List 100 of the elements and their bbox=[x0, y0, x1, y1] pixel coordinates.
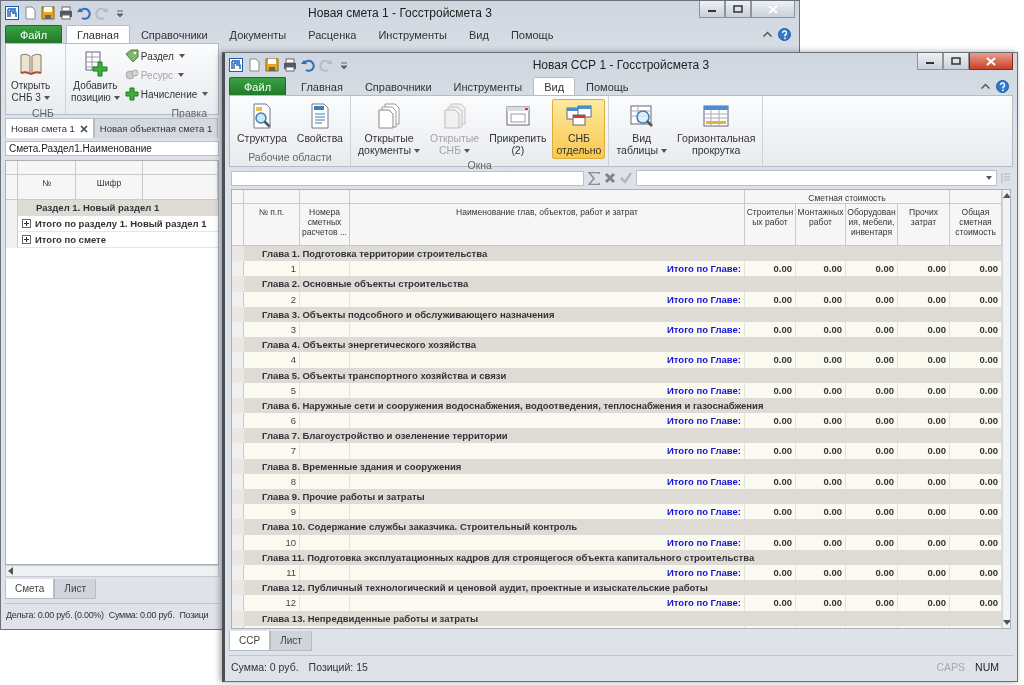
save-icon[interactable] bbox=[265, 58, 279, 72]
table-cell: 0.00 bbox=[950, 413, 1002, 429]
table-cell: 0.00 bbox=[796, 595, 846, 611]
ribbon-tab[interactable]: Справочники bbox=[129, 25, 219, 43]
ribbon-button[interactable]: Начисление bbox=[123, 86, 210, 102]
minimize-button[interactable] bbox=[699, 1, 725, 18]
table-cell: 0.00 bbox=[846, 595, 898, 611]
column-header: Наименование глав, объектов, работ и затрат bbox=[350, 204, 745, 246]
ribbon-tab[interactable]: Вид bbox=[533, 77, 576, 95]
ribbon-tab[interactable]: Справочники bbox=[353, 77, 443, 95]
row-header bbox=[232, 276, 244, 292]
status-indicator: CAPS bbox=[936, 660, 966, 673]
ribbon-button[interactable]: Свойства bbox=[292, 99, 347, 147]
column-header: Прочих затрат bbox=[898, 204, 950, 246]
ribbon-tab[interactable]: Инструменты bbox=[367, 25, 458, 43]
undo-icon[interactable] bbox=[301, 58, 315, 72]
expand-icon[interactable] bbox=[22, 219, 31, 228]
document-tab[interactable]: Новая объектная смета 1 bbox=[93, 118, 219, 138]
row-header bbox=[232, 519, 244, 535]
row-label: Итого по смете bbox=[35, 234, 107, 245]
ribbon-tab[interactable]: Документы bbox=[218, 25, 298, 43]
table-cell: 7 bbox=[244, 443, 300, 459]
column-group-header: Сметная стоимость bbox=[745, 190, 950, 204]
ribbon-tab[interactable]: Расценка bbox=[297, 25, 368, 43]
total-label: Итого по Главе: bbox=[350, 261, 745, 277]
maximize-button[interactable] bbox=[943, 53, 969, 70]
expand-icon[interactable] bbox=[22, 235, 31, 244]
undo-icon[interactable] bbox=[77, 6, 91, 20]
close-icon[interactable] bbox=[79, 124, 88, 133]
scrollbar[interactable] bbox=[1002, 190, 1010, 628]
chapter-row: Глава 12. Публичный технологический и ценовой аудит, проектные и изыскательские работы bbox=[244, 580, 1002, 596]
group-label: Окна bbox=[466, 159, 493, 171]
column-header: № bbox=[18, 175, 76, 200]
collapse-ribbon-icon[interactable] bbox=[763, 31, 772, 37]
total-label: Итого по Главе: bbox=[350, 504, 745, 520]
logo-icon[interactable] bbox=[5, 6, 19, 20]
ribbon-tab[interactable]: Инструменты bbox=[442, 77, 534, 95]
file-menu-button[interactable]: Файл bbox=[229, 77, 287, 95]
ribbon-button[interactable]: Открыть СНБ 3 bbox=[9, 47, 53, 107]
ribbon-tab[interactable]: Помощь bbox=[575, 77, 640, 95]
table-cell: 0.00 bbox=[745, 352, 796, 368]
ribbon-tab[interactable]: Помощь bbox=[499, 25, 565, 43]
file-menu-button[interactable]: Файл bbox=[5, 25, 63, 43]
ribbon-button[interactable]: Добавить позицию bbox=[69, 47, 122, 107]
ribbon-button[interactable]: Горизонтальная прокрутка bbox=[673, 99, 760, 159]
total-label: Итого по Главе: bbox=[350, 595, 745, 611]
logo-icon[interactable] bbox=[229, 58, 243, 72]
formula-field[interactable]: Смета.Раздел1.Наименование bbox=[5, 141, 219, 156]
ribbon-tab[interactable]: Главная bbox=[290, 77, 354, 95]
row-header bbox=[232, 580, 244, 596]
cancel-icon[interactable] bbox=[604, 172, 616, 184]
table-cell: 0.00 bbox=[898, 413, 950, 429]
print-icon[interactable] bbox=[283, 58, 297, 72]
table-cell bbox=[300, 261, 350, 277]
close-icon bbox=[986, 56, 996, 66]
print-icon[interactable] bbox=[59, 6, 73, 20]
status-text: Позици bbox=[179, 609, 209, 620]
sheet-tab[interactable]: Лист bbox=[270, 631, 312, 651]
scroll-up-icon[interactable] bbox=[1003, 193, 1010, 198]
maximize-button[interactable] bbox=[725, 1, 751, 18]
section-row: Раздел 1. Новый раздел 1 bbox=[18, 200, 218, 216]
scroll-left-icon[interactable] bbox=[8, 567, 13, 575]
ribbon-button[interactable]: Раздел bbox=[123, 48, 186, 64]
ribbon-tab[interactable]: Вид bbox=[458, 25, 500, 43]
group-label: СНБ bbox=[30, 107, 55, 119]
caret-icon bbox=[413, 149, 420, 154]
caret-icon bbox=[178, 73, 185, 77]
group-label: Правка bbox=[170, 107, 208, 119]
table-cell: 0.00 bbox=[745, 504, 796, 520]
name-field[interactable] bbox=[231, 170, 584, 186]
sheet-tab[interactable]: ССР bbox=[229, 631, 271, 651]
table-cell: 0.00 bbox=[745, 595, 796, 611]
total-label: Итого по Главе: bbox=[350, 413, 745, 429]
ribbon-button[interactable]: Вид таблицы bbox=[612, 99, 672, 159]
ribbon-tab[interactable]: Главная bbox=[66, 25, 130, 43]
help-icon[interactable] bbox=[778, 27, 791, 41]
scrollbar[interactable] bbox=[5, 565, 219, 577]
scroll-down-icon[interactable] bbox=[1003, 620, 1010, 625]
ribbon-button[interactable]: СНБ отдельно bbox=[552, 99, 606, 159]
status-text: Дельта: 0.00 руб. (0.00%) bbox=[6, 609, 104, 620]
minimize-button[interactable] bbox=[917, 53, 943, 70]
column-header: Шифр bbox=[76, 175, 143, 200]
ribbon-button[interactable]: Открытые документы bbox=[353, 99, 424, 159]
help-icon[interactable] bbox=[996, 79, 1009, 93]
check-icon[interactable] bbox=[620, 172, 632, 184]
ribbon-button[interactable]: Прикрепить (2) bbox=[485, 99, 551, 159]
save-icon[interactable] bbox=[41, 6, 55, 20]
sheet-tab[interactable]: Лист bbox=[54, 579, 97, 599]
formula-field[interactable] bbox=[636, 170, 997, 186]
row-header bbox=[6, 200, 18, 216]
document-tab[interactable]: Новая смета 1 bbox=[5, 118, 94, 138]
column-header: Монтажных работ bbox=[796, 204, 846, 246]
chapter-row: Глава 9. Прочие работы и затраты bbox=[244, 489, 1002, 505]
table-cell: 1 bbox=[244, 261, 300, 277]
collapse-ribbon-icon[interactable] bbox=[981, 83, 990, 89]
column-header: Оборудования, мебели, инвентаря bbox=[846, 204, 898, 246]
close-button[interactable] bbox=[969, 53, 1013, 70]
chapter-row: Глава 10. Содержание службы заказчика. Строительный контроль bbox=[244, 519, 1002, 535]
sheet-tab[interactable]: Смета bbox=[5, 579, 55, 599]
ribbon-button[interactable]: Структура bbox=[233, 99, 291, 147]
